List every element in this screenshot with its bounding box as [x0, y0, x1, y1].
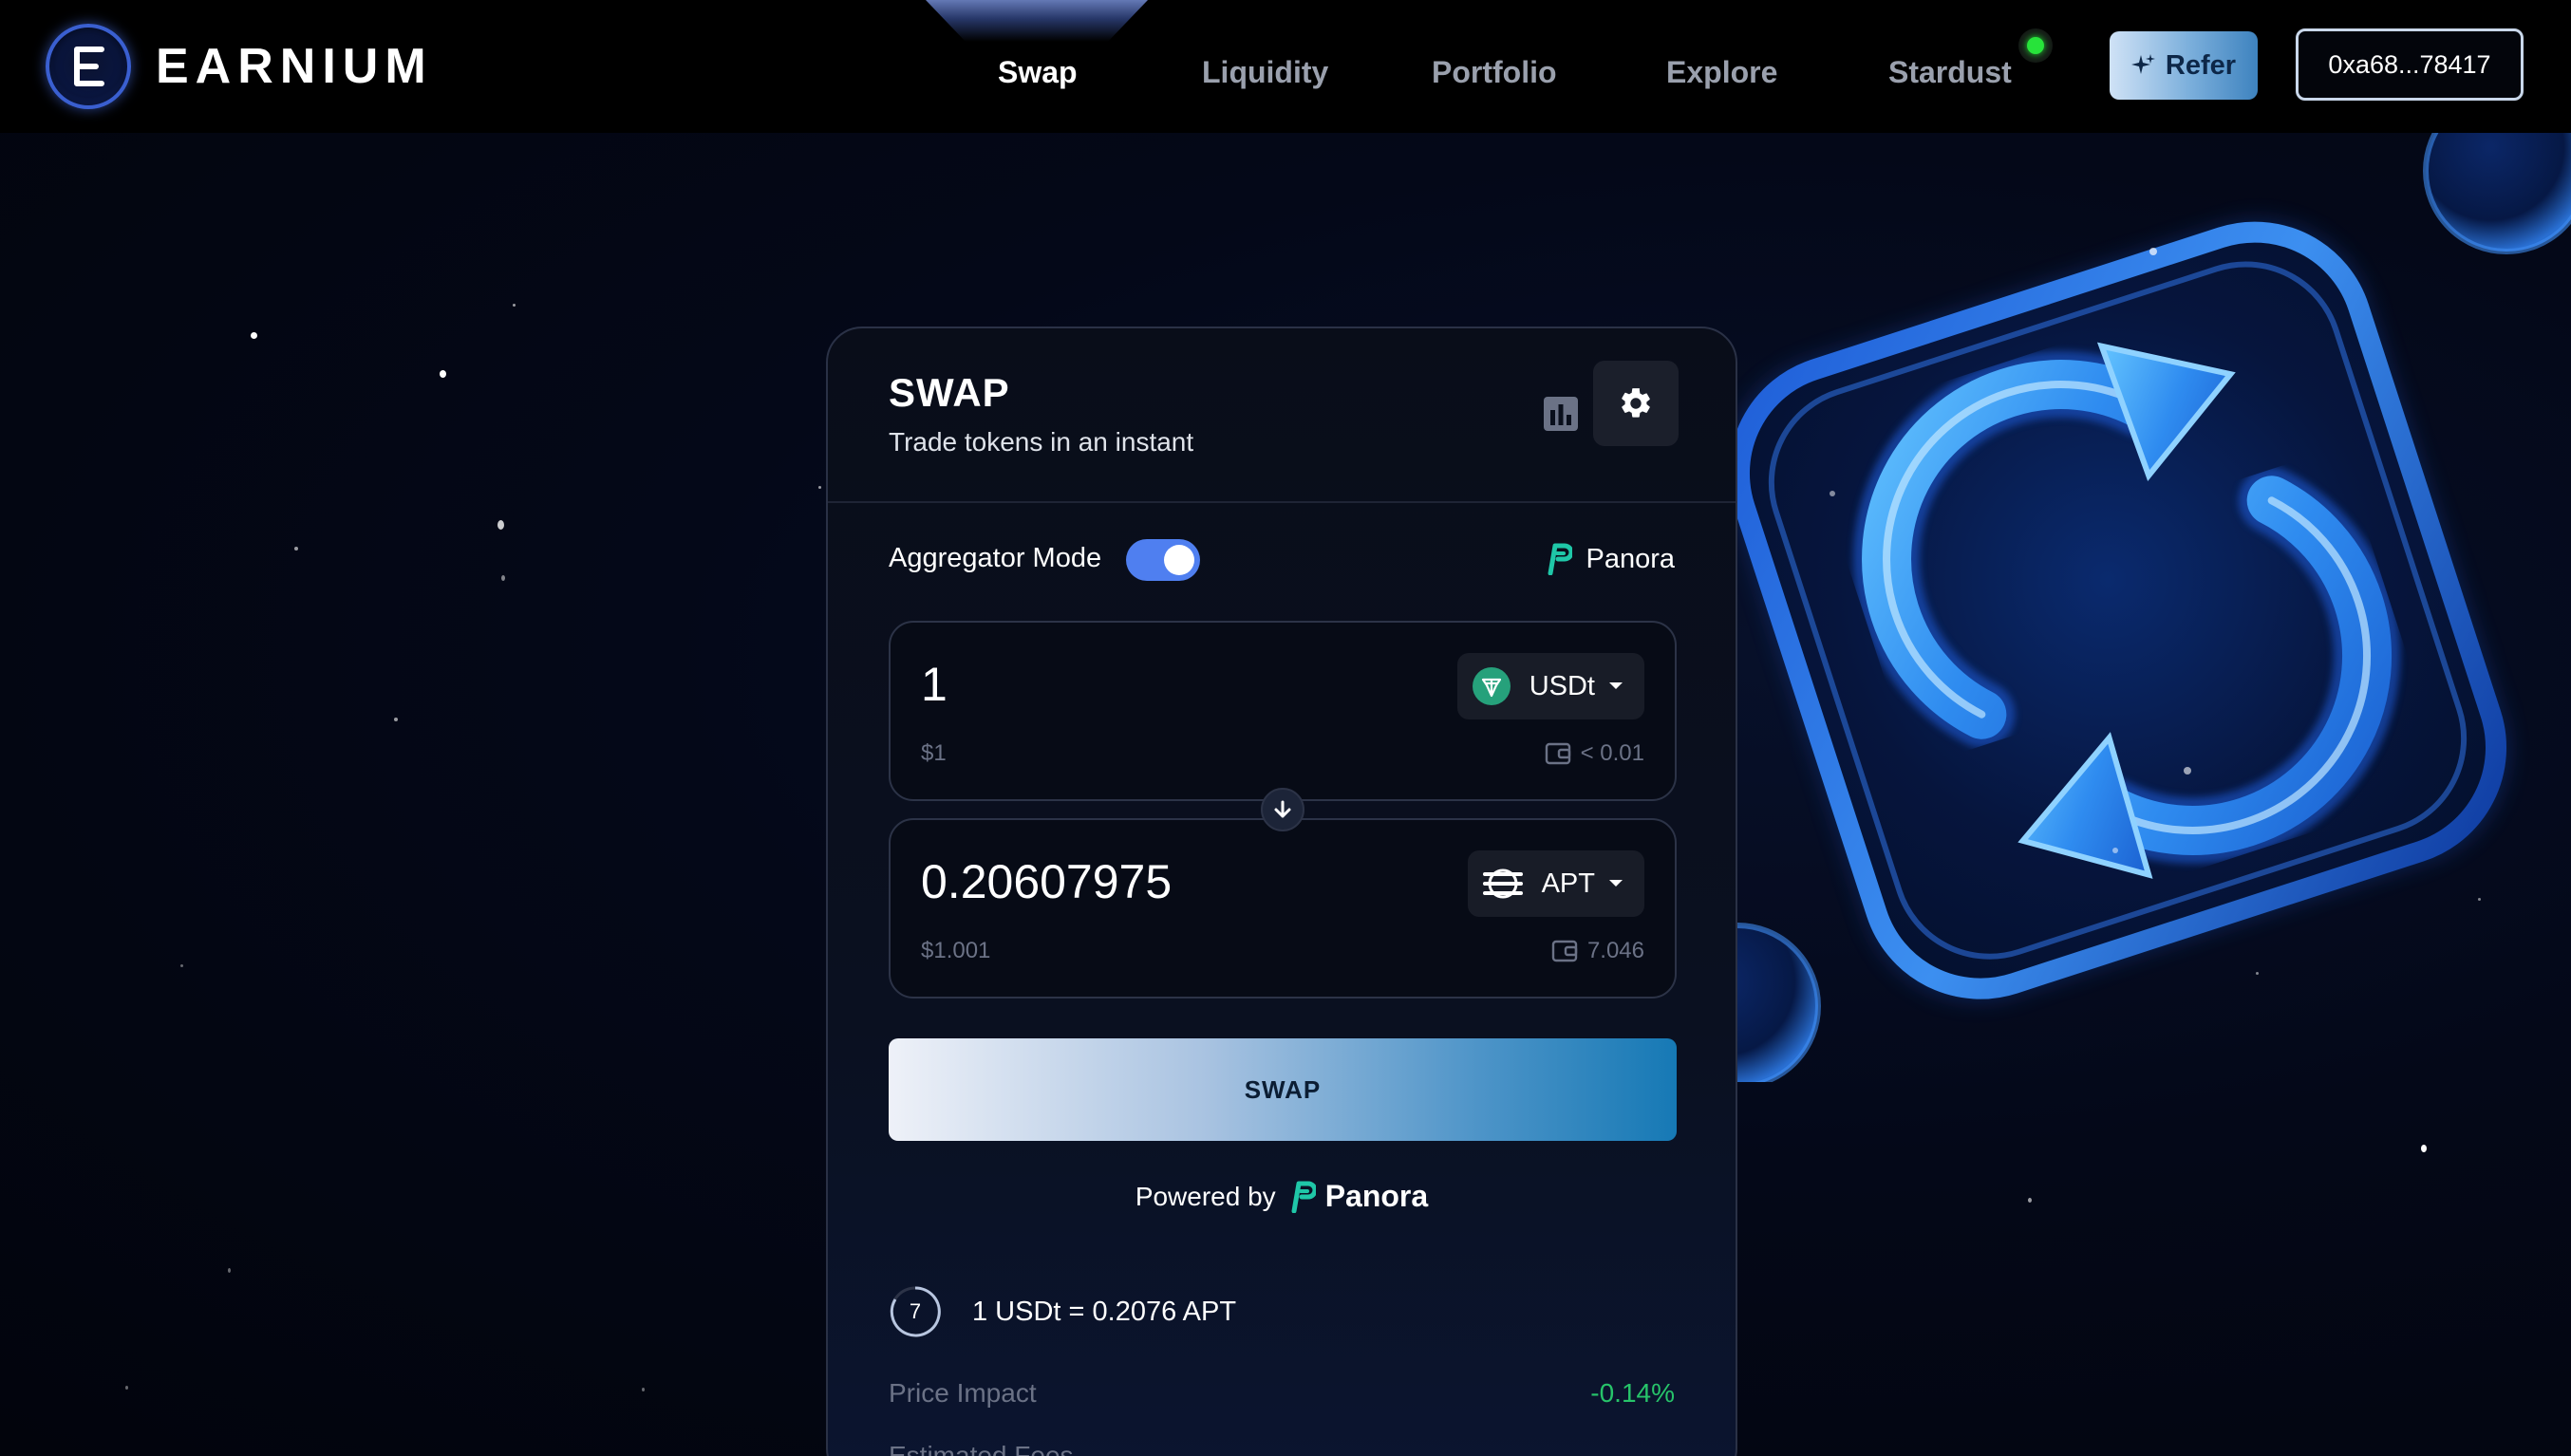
from-balance: < 0.01 — [1545, 740, 1644, 767]
price-impact-value: -0.14% — [1590, 1378, 1675, 1408]
from-token-panel: 1 $1 USDt < 0.01 — [889, 621, 1677, 801]
earnium-logo-icon — [46, 24, 131, 109]
chevron-down-icon — [1608, 681, 1623, 691]
tether-icon — [1472, 667, 1511, 705]
background-star — [228, 1268, 231, 1273]
brand-name: EARNIUM — [156, 39, 433, 94]
app-root: EARNIUM Swap Liquidity Portfolio Explore… — [0, 0, 2571, 1456]
card-divider — [828, 501, 1736, 503]
background-star — [818, 486, 821, 489]
settings-button[interactable] — [1593, 361, 1679, 446]
nav-portfolio[interactable]: Portfolio — [1432, 53, 1557, 91]
to-token-panel: 0.20607975 $1.001 APT 7.046 — [889, 818, 1677, 999]
aggregator-provider: Panora — [1548, 543, 1675, 575]
nav-explore[interactable]: Explore — [1666, 53, 1777, 91]
bar-chart-icon — [1544, 397, 1578, 431]
to-token-selector[interactable]: APT — [1467, 850, 1644, 917]
refresh-countdown: 7 — [909, 1299, 922, 1323]
powered-by-label: Powered by — [1135, 1181, 1276, 1211]
to-token-symbol: APT — [1541, 868, 1595, 899]
top-navbar: EARNIUM Swap Liquidity Portfolio Explore… — [0, 0, 2571, 133]
background-star — [251, 332, 257, 339]
wallet-icon — [1545, 742, 1570, 765]
background-star — [2421, 1145, 2427, 1152]
from-token-selector[interactable]: USDt — [1456, 653, 1644, 719]
rate-text: 1 USDt = 0.2076 APT — [972, 1296, 1237, 1327]
active-tab-indicator — [926, 0, 1148, 42]
from-usd-value: $1 — [921, 740, 947, 766]
refer-button[interactable]: Refer — [2110, 31, 2258, 100]
chart-button[interactable] — [1519, 372, 1603, 456]
flip-tokens-button[interactable] — [1261, 788, 1304, 831]
background-star — [642, 1388, 645, 1391]
swap-button[interactable]: SWAP — [889, 1038, 1677, 1141]
brand[interactable]: EARNIUM — [46, 23, 433, 110]
background-star — [501, 575, 505, 581]
to-balance: 7.046 — [1551, 938, 1644, 964]
panora-logo-icon — [1548, 543, 1573, 575]
chevron-down-icon — [1608, 879, 1623, 888]
powered-by-name: Panora — [1324, 1179, 1429, 1213]
aggregator-mode-toggle[interactable] — [1126, 539, 1200, 581]
from-token-symbol: USDt — [1529, 670, 1595, 701]
arrow-down-icon — [1274, 800, 1291, 818]
aggregator-provider-name: Panora — [1586, 543, 1675, 574]
estimated-fees-label: Estimated Fees — [889, 1441, 1074, 1456]
swap-card: SWAP Trade tokens in an instant Aggregat… — [826, 327, 1737, 1456]
refer-label: Refer — [2165, 49, 2237, 81]
background-star — [513, 304, 516, 307]
background-star — [125, 1386, 128, 1390]
swap-illustration-icon — [1671, 133, 2571, 1082]
background-star — [294, 547, 298, 551]
background-star — [497, 520, 504, 530]
nav-swap[interactable]: Swap — [998, 53, 1078, 91]
price-impact-label: Price Impact — [889, 1378, 1037, 1408]
to-amount-output[interactable]: 0.20607975 — [921, 854, 1172, 909]
card-subtitle: Trade tokens in an instant — [889, 427, 1194, 457]
wallet-icon — [1551, 940, 1578, 962]
panora-logo-icon — [1291, 1181, 1316, 1213]
aggregator-mode-label: Aggregator Mode — [889, 543, 1102, 573]
background-star — [394, 718, 398, 721]
exchange-rate: 7 1 USDt = 0.2076 APT — [889, 1285, 1236, 1338]
background-star — [2028, 1198, 2032, 1203]
sparkle-icon — [2130, 53, 2156, 78]
aptos-icon — [1482, 868, 1523, 899]
gear-icon — [1622, 388, 1650, 418]
background-star — [180, 964, 183, 967]
stardust-status-dot-icon — [2018, 28, 2053, 63]
powered-by: Powered by Panora — [828, 1179, 1736, 1214]
from-balance-value: < 0.01 — [1580, 740, 1644, 766]
wallet-address-button[interactable]: 0xa68...78417 — [2296, 28, 2524, 101]
background-star — [440, 370, 446, 378]
card-title: SWAP — [889, 370, 1010, 415]
to-balance-value: 7.046 — [1586, 938, 1644, 963]
nav-liquidity[interactable]: Liquidity — [1202, 53, 1328, 91]
from-amount-input[interactable]: 1 — [921, 657, 948, 712]
refresh-timer[interactable]: 7 — [889, 1285, 942, 1338]
nav-stardust[interactable]: Stardust — [1888, 53, 2012, 91]
to-usd-value: $1.001 — [921, 938, 991, 963]
